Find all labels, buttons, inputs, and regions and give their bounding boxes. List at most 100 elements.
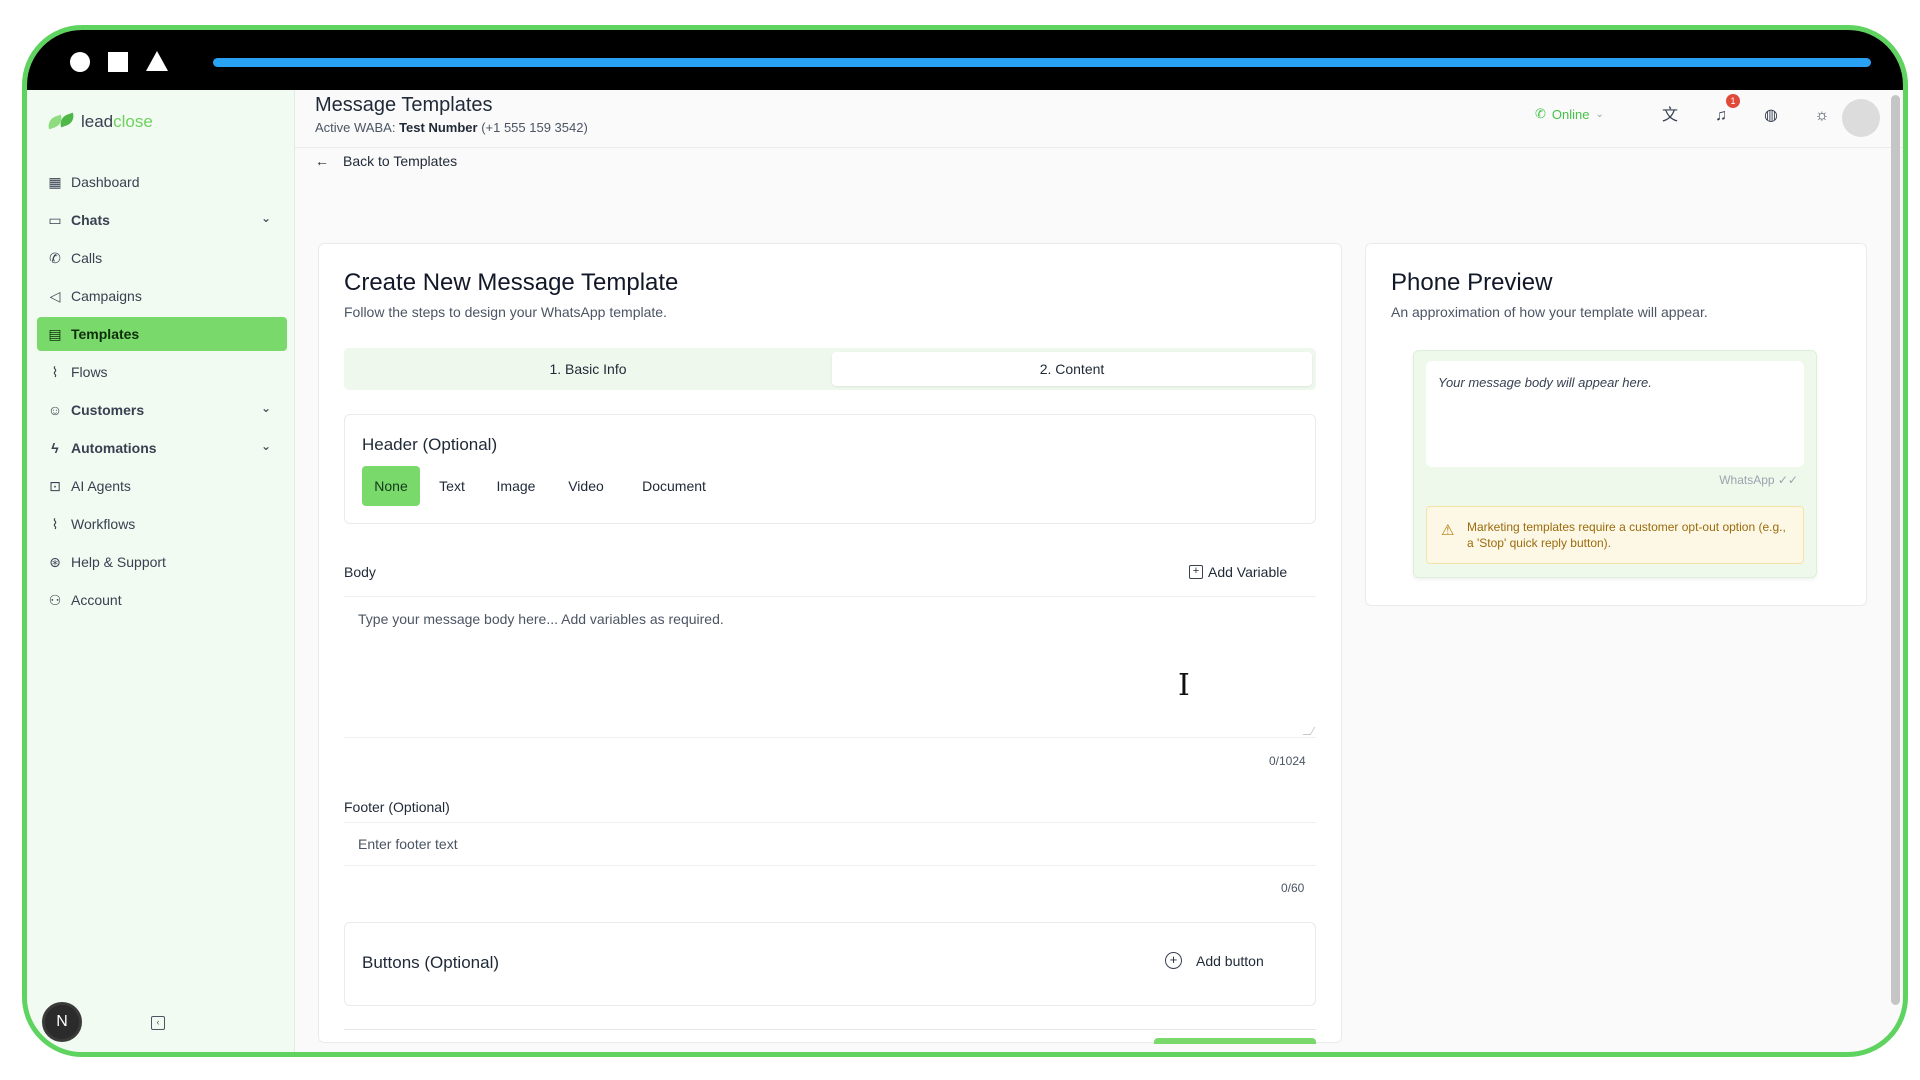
waba-prefix: Active WABA:	[315, 120, 396, 135]
chevron-down-icon[interactable]: ⌄	[261, 439, 271, 453]
palette-icon[interactable]: ◍	[1761, 106, 1781, 126]
header-type-document[interactable]: Document	[629, 466, 719, 506]
status-label: Online	[1551, 106, 1590, 122]
header-section-title: Header (Optional)	[362, 435, 498, 454]
tab-content[interactable]: 2. Content	[832, 352, 1312, 386]
sidebar-item-ai-agents[interactable]: ⊡ AI Agents	[37, 469, 287, 503]
file-icon: ▤	[48, 326, 62, 342]
flow-icon: ⌇	[51, 364, 59, 380]
sidebar-item-label: AI Agents	[71, 478, 131, 494]
plus-circle-icon: +	[1165, 952, 1182, 969]
scrollbar[interactable]	[1891, 95, 1900, 1005]
square-icon	[108, 52, 128, 72]
sidebar-item-flows[interactable]: ⌇ Flows	[37, 355, 287, 389]
progress-bar	[213, 58, 1871, 67]
logo-text-close: close	[113, 112, 153, 131]
sidebar-item-calls[interactable]: ✆ Calls	[37, 241, 287, 275]
preview-body-text: Your message body will appear here.	[1438, 375, 1652, 390]
phone-icon: ✆	[1535, 106, 1546, 121]
sidebar: leadclose ▦ Dashboard ▭ Chats ⌄ ✆ Calls …	[27, 90, 295, 1052]
body-placeholder: Type your message body here... Add varia…	[358, 611, 724, 627]
header-type-none[interactable]: None	[362, 466, 420, 506]
chevron-down-icon: ⌄	[1595, 108, 1604, 120]
header-type-text[interactable]: Text	[429, 466, 475, 506]
footer-input[interactable]: Enter footer text	[344, 822, 1316, 866]
phone-preview: Your message body will appear here. What…	[1413, 350, 1817, 578]
sidebar-item-automations[interactable]: ϟ Automations ⌄	[37, 431, 287, 465]
submit-button-partial[interactable]	[1154, 1038, 1316, 1044]
megaphone-icon: ◁	[49, 288, 61, 304]
waba-name: Test Number	[399, 120, 478, 135]
preview-title: Phone Preview	[1391, 269, 1553, 296]
translate-icon[interactable]: 文	[1660, 106, 1680, 126]
sun-icon[interactable]: ☼	[1812, 106, 1832, 126]
add-variable-button[interactable]: + Add Variable	[1189, 564, 1287, 580]
back-link-label: Back to Templates	[343, 153, 458, 169]
sidebar-item-label: Help & Support	[71, 554, 166, 570]
sidebar-item-label: Campaigns	[71, 288, 142, 304]
tab-basic-info[interactable]: 1. Basic Info	[348, 352, 828, 386]
marketing-warning: ⚠ Marketing templates require a customer…	[1426, 506, 1804, 564]
footer-char-count: 0/60	[1281, 881, 1305, 895]
add-button-button[interactable]: + Add button	[1165, 952, 1264, 969]
back-to-templates-link[interactable]: ← Back to Templates	[315, 153, 457, 169]
sidebar-nav: ▦ Dashboard ▭ Chats ⌄ ✆ Calls ◁ Campaign…	[37, 165, 287, 621]
waba-number: (+1 555 159 3542)	[481, 120, 588, 135]
buttons-section-title: Buttons (Optional)	[362, 953, 500, 972]
sidebar-item-account[interactable]: ⚇ Account	[37, 583, 287, 617]
sidebar-item-label: Flows	[71, 364, 108, 380]
preview-subtitle: An approximation of how your template wi…	[1391, 304, 1708, 320]
status-dropdown[interactable]: ✆ Online ⌄	[1535, 106, 1604, 122]
page-header: Message Templates Active WABA: Test Numb…	[295, 90, 1903, 148]
chevron-down-icon[interactable]: ⌄	[261, 211, 271, 225]
body-char-count: 0/1024	[1269, 754, 1306, 768]
chevron-down-icon[interactable]: ⌄	[261, 401, 271, 415]
bell-icon[interactable]: ♫	[1711, 106, 1731, 126]
sidebar-item-dashboard[interactable]: ▦ Dashboard	[37, 165, 287, 199]
sidebar-item-label: Customers	[71, 402, 145, 418]
resize-handle-icon[interactable]	[1302, 727, 1316, 735]
text-cursor-icon: I	[1178, 668, 1190, 703]
active-waba: Active WABA: Test Number (+1 555 159 354…	[315, 120, 588, 135]
warning-icon: ⚠	[1441, 522, 1455, 539]
phone-preview-card: Phone Preview An approximation of how yo…	[1365, 243, 1867, 606]
buttons-section: Buttons (Optional) + Add button	[344, 922, 1316, 1006]
step-tabs: 1. Basic Info 2. Content	[344, 348, 1316, 390]
header-type-image[interactable]: Image	[488, 466, 544, 506]
sidebar-item-label: Automations	[71, 440, 157, 456]
sidebar-item-label: Workflows	[71, 516, 136, 532]
body-textarea[interactable]: Type your message body here... Add varia…	[344, 596, 1316, 738]
header-type-video[interactable]: Video	[558, 466, 614, 506]
sidebar-item-templates[interactable]: ▤ Templates	[37, 317, 287, 351]
triangle-icon	[146, 51, 168, 71]
collapse-sidebar-icon[interactable]: ‹	[151, 1016, 165, 1030]
sidebar-item-help-support[interactable]: ⊛ Help & Support	[37, 545, 287, 579]
page-title: Message Templates	[315, 94, 493, 116]
sidebar-item-workflows[interactable]: ⌇ Workflows	[37, 507, 287, 541]
user-avatar-initial[interactable]: N	[42, 1002, 82, 1042]
create-template-card: Create New Message Template Follow the s…	[318, 243, 1342, 1044]
bolt-icon: ϟ	[51, 440, 59, 456]
body-label: Body	[344, 564, 376, 580]
sidebar-item-label: Templates	[71, 326, 140, 342]
phone-icon: ✆	[49, 250, 61, 266]
form-subtitle: Follow the steps to design your WhatsApp…	[344, 304, 667, 320]
grid-icon: ▦	[48, 174, 62, 190]
logo[interactable]: leadclose	[47, 112, 153, 132]
logo-mark-icon	[47, 114, 77, 130]
footer-label: Footer (Optional)	[344, 799, 450, 815]
sidebar-item-customers[interactable]: ☺ Customers ⌄	[37, 393, 287, 427]
sidebar-item-campaigns[interactable]: ◁ Campaigns	[37, 279, 287, 313]
plus-square-icon: +	[1189, 565, 1203, 579]
chat-icon: ▭	[48, 212, 62, 228]
circle-icon	[70, 52, 90, 72]
sidebar-item-chats[interactable]: ▭ Chats ⌄	[37, 203, 287, 237]
user-cog-icon: ⚇	[48, 592, 62, 608]
add-button-label: Add button	[1196, 952, 1264, 969]
users-icon: ☺	[47, 402, 63, 418]
header-section: Header (Optional) None Text Image Video …	[344, 414, 1316, 524]
sidebar-item-label: Calls	[71, 250, 103, 266]
workflow-icon: ⌇	[51, 516, 59, 532]
lifebuoy-icon: ⊛	[49, 554, 61, 570]
avatar[interactable]	[1842, 99, 1880, 137]
